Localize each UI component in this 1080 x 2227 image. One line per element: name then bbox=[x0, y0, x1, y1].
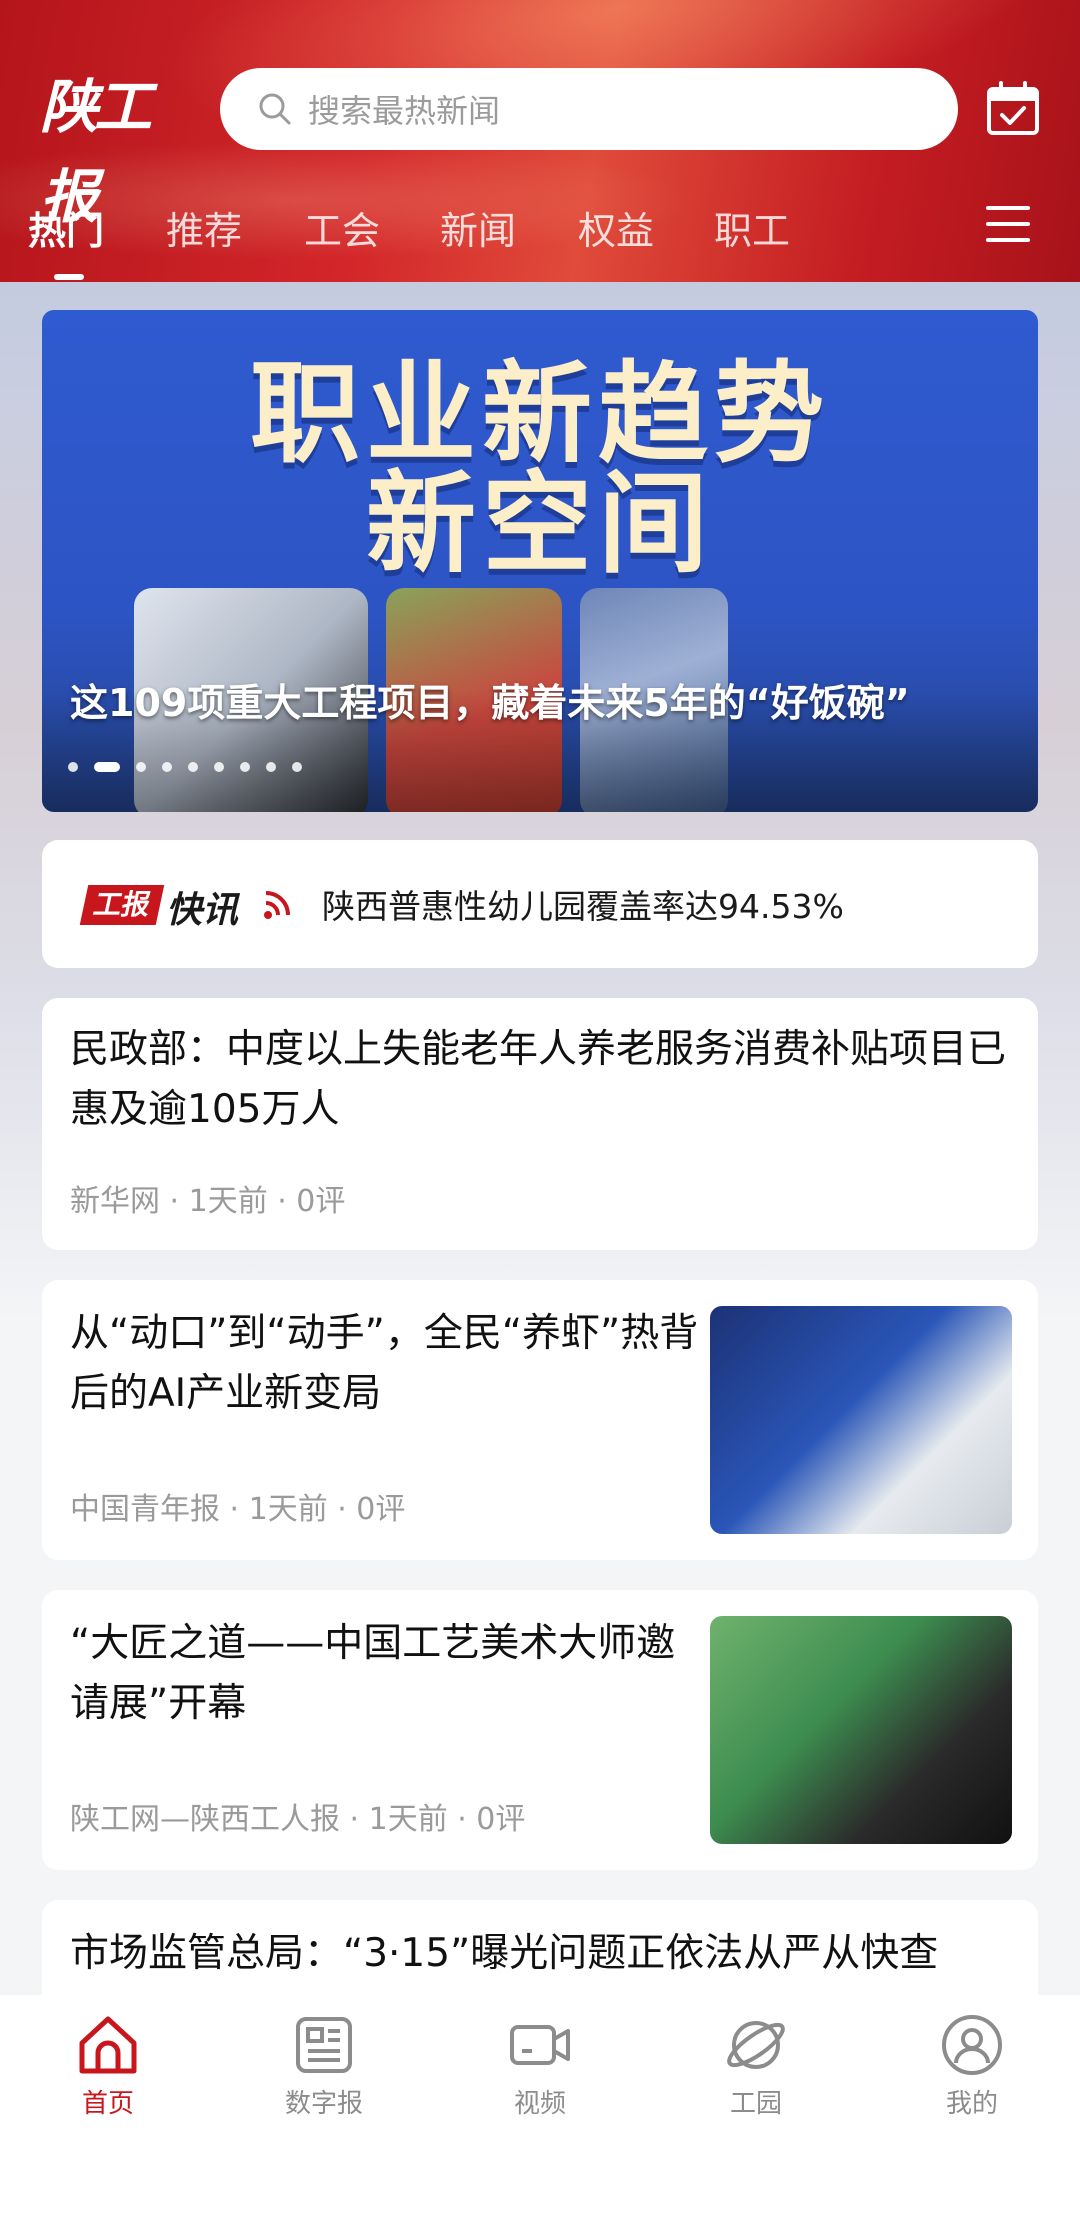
tab-workers[interactable]: 职工 bbox=[714, 200, 790, 255]
carousel-dot[interactable] bbox=[240, 762, 250, 772]
tab-hot[interactable]: 热门 bbox=[28, 200, 104, 255]
news-title: 市场监管总局：“3·15”曝光问题正依法从严从快查 bbox=[70, 1931, 939, 1976]
carousel-dot[interactable] bbox=[292, 762, 302, 772]
carousel-dot[interactable] bbox=[188, 762, 198, 772]
app-logo[interactable]: 陕工报 bbox=[40, 62, 190, 231]
nav-work-park-label: 工园 bbox=[729, 2089, 782, 2119]
carousel-dot[interactable] bbox=[136, 762, 146, 772]
banner-headline: 新空间 bbox=[366, 460, 714, 588]
nav-digital-paper-label: 数字报 bbox=[284, 2089, 363, 2119]
news-meta: 中国青年报 · 1天前 · 0评 bbox=[70, 1492, 406, 1527]
news-title: 民政部：中度以上失能老年人养老服务消费补贴项目已惠及逾105万人 bbox=[70, 1027, 1007, 1132]
nav-home-label: 首页 bbox=[81, 2089, 134, 2119]
newspaper-icon bbox=[296, 2017, 352, 2073]
video-icon bbox=[510, 2025, 570, 2065]
news-card[interactable]: “大匠之道——中国工艺美术大师邀请展”开幕 陕工网—陕西工人报 · 1天前 · … bbox=[42, 1590, 1038, 1870]
tab-news[interactable]: 新闻 bbox=[440, 200, 516, 255]
nav-home[interactable]: 首页 bbox=[48, 2013, 168, 2120]
carousel-dot[interactable] bbox=[214, 762, 224, 772]
nav-work-park[interactable]: 工园 bbox=[696, 2013, 816, 2120]
tab-union[interactable]: 工会 bbox=[304, 200, 380, 255]
calendar-check-icon[interactable] bbox=[986, 80, 1040, 136]
news-title: 从“动口”到“动手”，全民“养虾”热背后的AI产业新变局 bbox=[70, 1311, 699, 1416]
nav-video-label: 视频 bbox=[513, 2089, 566, 2119]
flash-news-card[interactable]: 工报 快讯 陕西普惠性幼儿园覆盖率达94.53% bbox=[42, 840, 1038, 968]
app-header: 陕工报 搜索最热新闻 热门 推荐 工会 新闻 权益 职工 bbox=[0, 0, 1080, 282]
carousel-dot-active[interactable] bbox=[94, 762, 120, 772]
news-title: “大匠之道——中国工艺美术大师邀请展”开幕 bbox=[70, 1621, 676, 1726]
flash-logo-text: 快讯 bbox=[166, 890, 239, 931]
planet-icon bbox=[727, 2021, 785, 2069]
category-tabs: 热门 推荐 工会 新闻 权益 职工 bbox=[0, 190, 1080, 280]
carousel-dot[interactable] bbox=[68, 762, 78, 772]
search-icon bbox=[259, 93, 291, 125]
news-thumbnail bbox=[710, 1616, 1012, 1844]
tab-recommend[interactable]: 推荐 bbox=[166, 200, 242, 255]
home-icon bbox=[79, 2016, 137, 2074]
nav-profile[interactable]: 我的 bbox=[912, 2013, 1032, 2120]
news-card[interactable]: 民政部：中度以上失能老年人养老服务消费补贴项目已惠及逾105万人 新华网 · 1… bbox=[42, 998, 1038, 1250]
active-tab-indicator bbox=[54, 274, 84, 280]
carousel-dot[interactable] bbox=[162, 762, 172, 772]
news-thumbnail bbox=[710, 1306, 1012, 1534]
news-meta: 新华网 · 1天前 · 0评 bbox=[70, 1184, 346, 1219]
nav-video[interactable]: 视频 bbox=[480, 2013, 600, 2120]
news-meta: 陕工网—陕西工人报 · 1天前 · 0评 bbox=[70, 1802, 526, 1837]
featured-banner[interactable]: 职业新趋势 新空间 这109项重大工程项目，藏着未来5年的“好饭碗” bbox=[42, 310, 1038, 812]
nav-profile-label: 我的 bbox=[945, 2089, 998, 2119]
flash-news-logo: 工报 快讯 bbox=[79, 879, 294, 931]
broadcast-icon bbox=[264, 891, 290, 919]
carousel-dot[interactable] bbox=[266, 762, 276, 772]
carousel-dots bbox=[68, 762, 318, 772]
menu-icon[interactable] bbox=[986, 206, 1030, 242]
bottom-navigation: 首页 数字报 视频 工园 我的 bbox=[0, 1995, 1080, 2227]
profile-icon bbox=[942, 2015, 1002, 2075]
tab-rights[interactable]: 权益 bbox=[578, 200, 654, 255]
search-input[interactable]: 搜索最热新闻 bbox=[220, 68, 958, 150]
search-placeholder: 搜索最热新闻 bbox=[308, 92, 501, 130]
news-card[interactable]: 从“动口”到“动手”，全民“养虾”热背后的AI产业新变局 中国青年报 · 1天前… bbox=[42, 1280, 1038, 1560]
nav-digital-paper[interactable]: 数字报 bbox=[264, 2013, 384, 2120]
flash-logo-box: 工报 bbox=[79, 885, 165, 925]
flash-news-text: 陕西普惠性幼儿园覆盖率达94.53% bbox=[322, 887, 844, 926]
banner-caption: 这109项重大工程项目，藏着未来5年的“好饭碗” bbox=[70, 681, 910, 725]
